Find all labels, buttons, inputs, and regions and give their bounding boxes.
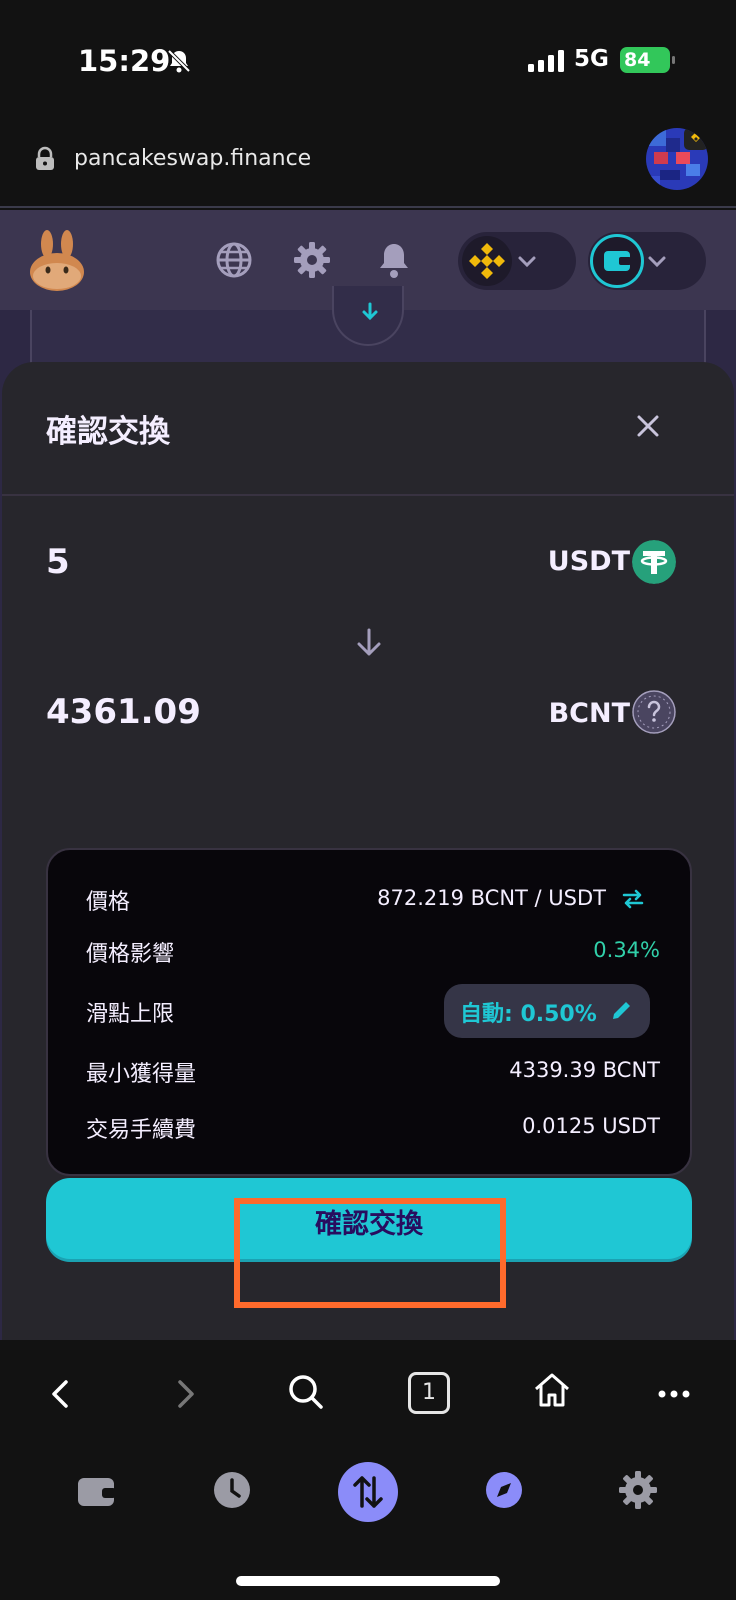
settings-icon[interactable] xyxy=(618,1470,658,1510)
status-bar: 15:29 5G 84 xyxy=(0,0,736,110)
slippage-setting-button[interactable]: 自動: 0.50% xyxy=(444,984,650,1038)
price-impact-label: 價格影響 xyxy=(86,942,175,967)
lock-icon xyxy=(36,146,54,170)
globe-icon[interactable] xyxy=(214,240,254,280)
history-icon[interactable] xyxy=(212,1470,252,1510)
slippage-value: 自動: 0.50% xyxy=(460,1002,597,1027)
network-type: 5G xyxy=(574,46,609,72)
price-impact-value: 0.34% xyxy=(593,938,660,962)
input-amount: 5 xyxy=(46,542,70,582)
pencil-icon xyxy=(613,1002,630,1019)
status-time: 15:29 xyxy=(78,44,171,78)
signal-icon xyxy=(528,50,564,72)
bell-off-icon xyxy=(167,49,191,73)
price-label: 價格 xyxy=(86,890,131,915)
close-icon[interactable] xyxy=(628,406,668,446)
swap-price-direction-icon[interactable] xyxy=(620,886,646,912)
battery-level: 84 xyxy=(624,49,651,71)
min-received-label: 最小獲得量 xyxy=(86,1062,197,1087)
unknown-token-icon xyxy=(632,690,676,734)
modal-title: 確認交換 xyxy=(46,414,170,450)
arrow-down-icon xyxy=(362,302,378,321)
trading-fee-value: 0.0125 USDT xyxy=(522,1114,660,1138)
forward-icon[interactable] xyxy=(164,1374,204,1414)
input-token-symbol: USDT xyxy=(547,546,630,577)
more-icon[interactable] xyxy=(654,1374,694,1414)
back-icon[interactable] xyxy=(42,1374,82,1414)
bnb-chain-icon xyxy=(462,236,512,286)
pancakeswap-logo-icon[interactable] xyxy=(28,230,88,292)
modal-header: 確認交換 xyxy=(2,362,734,496)
battery-indicator: 84 xyxy=(620,47,675,73)
home-icon[interactable] xyxy=(532,1370,572,1410)
swap-nav-button[interactable] xyxy=(338,1462,398,1522)
chevron-down-icon xyxy=(518,256,536,268)
slippage-label: 滑點上限 xyxy=(86,1002,175,1027)
explore-icon[interactable] xyxy=(484,1470,524,1510)
output-token-symbol: BCNT xyxy=(548,698,630,729)
chevron-down-icon xyxy=(648,256,666,268)
swap-arrows-icon xyxy=(353,1476,383,1508)
arrow-down-icon xyxy=(357,628,381,656)
url-text[interactable]: pancakeswap.finance xyxy=(74,146,311,171)
gear-icon[interactable] xyxy=(292,240,332,280)
network-selector[interactable] xyxy=(458,232,576,290)
tabs-button[interactable]: 1 xyxy=(408,1372,450,1414)
swap-details-panel: 價格 872.219 BCNT / USDT 價格影響 0.34% 滑點上限 自… xyxy=(46,848,692,1176)
trading-fee-label: 交易手續費 xyxy=(86,1118,197,1143)
wallet-icon xyxy=(590,234,644,288)
wallet-avatar-icon[interactable] xyxy=(646,128,708,190)
address-bar[interactable]: pancakeswap.finance xyxy=(0,110,736,208)
home-indicator xyxy=(236,1576,500,1586)
price-value: 872.219 BCNT / USDT xyxy=(377,886,606,910)
bell-icon[interactable] xyxy=(374,240,414,280)
usdt-token-icon xyxy=(632,540,676,584)
highlight-box xyxy=(234,1198,506,1308)
wallet-menu-button[interactable] xyxy=(588,232,706,290)
output-amount: 4361.09 xyxy=(46,692,201,732)
wallet-nav-icon[interactable] xyxy=(76,1474,118,1510)
search-icon[interactable] xyxy=(286,1372,326,1412)
tabs-count: 1 xyxy=(422,1380,436,1405)
min-received-value: 4339.39 BCNT xyxy=(509,1058,660,1082)
confirm-swap-modal: 確認交換 5 USDT 4361.09 BCNT 價格 872.219 BCNT… xyxy=(2,362,734,1340)
browser-toolbar: 1 xyxy=(0,1340,736,1600)
